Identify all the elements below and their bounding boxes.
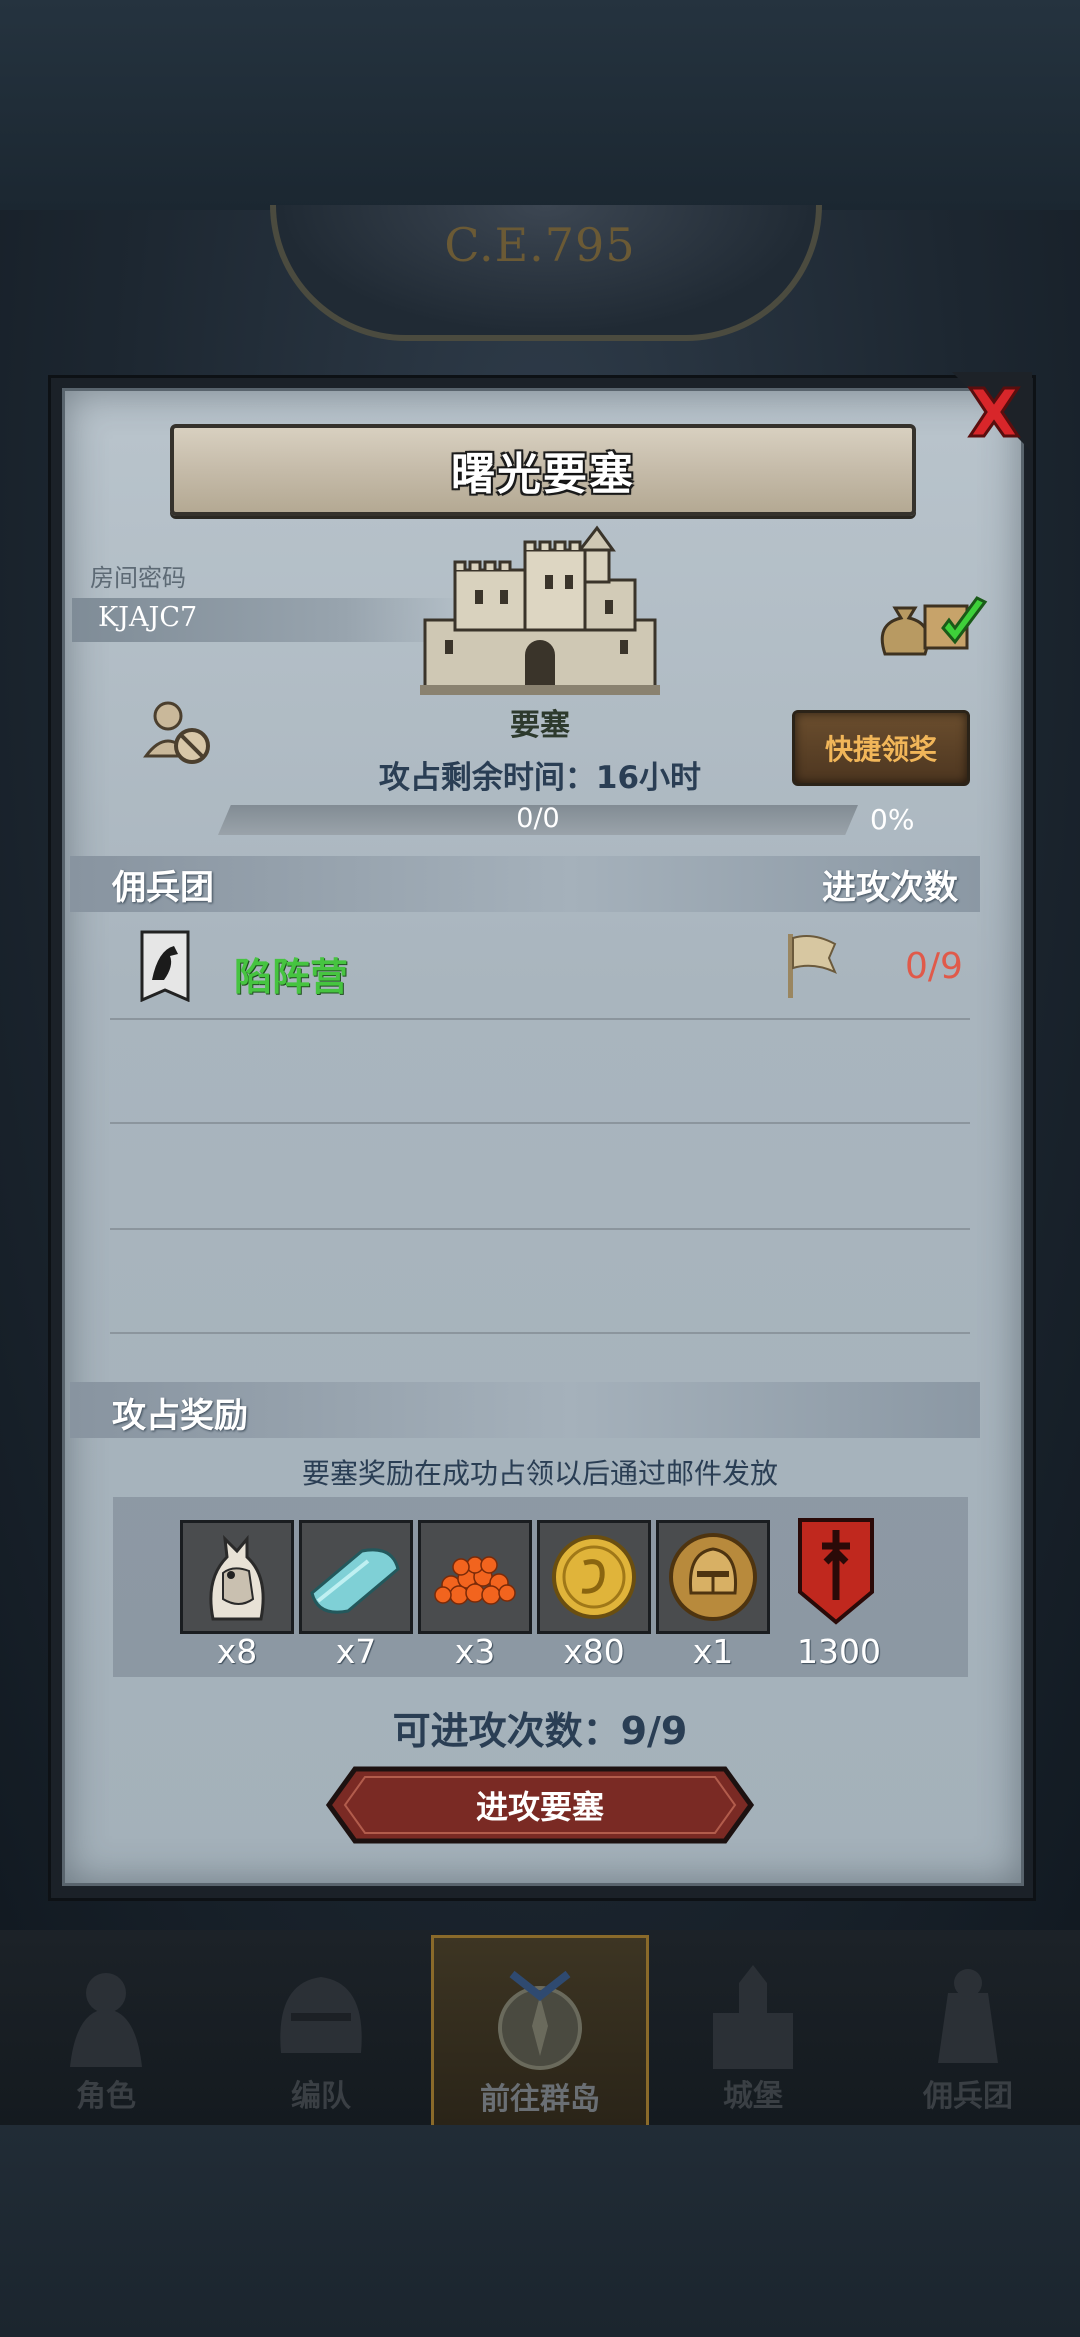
- title-banner: 曙光要塞: [170, 424, 916, 516]
- rewards-header: 攻占奖励: [112, 1396, 248, 1436]
- nav-label: 编队: [291, 2079, 351, 2114]
- nav-tab-islands[interactable]: 前往群岛: [431, 1935, 649, 2129]
- reward-item-gold-coin[interactable]: [537, 1520, 651, 1634]
- nav-label: 佣兵团: [923, 2079, 1013, 2114]
- occupation-timer: 攻占剩余时间：16小时: [378, 760, 702, 796]
- nav-label: 前往群岛: [480, 2082, 600, 2117]
- nav-tab-character[interactable]: 角色: [0, 1935, 212, 2123]
- mercenary-icon: [938, 1969, 998, 2063]
- attack-count-header: 进攻次数: [822, 868, 958, 908]
- reward-qty: x1: [692, 1632, 734, 1671]
- honor-banner-icon: [798, 1518, 874, 1625]
- rewards-note: 要塞奖励在成功占领以后通过邮件发放: [301, 1457, 778, 1490]
- reward-qty: 1300: [797, 1632, 881, 1671]
- castle-icon: [713, 1965, 793, 2069]
- gold-coin-icon: [540, 1523, 648, 1631]
- row-divider: [110, 1332, 970, 1334]
- reward-qty: x8: [216, 1632, 258, 1671]
- dialog-title: 曙光要塞: [451, 449, 635, 500]
- reward-qty: x80: [563, 1632, 625, 1671]
- helmet-medal-icon: [659, 1523, 767, 1631]
- era-label: C.E.795: [444, 218, 636, 272]
- occupation-progress-text: 0/0: [516, 803, 560, 834]
- nav-label: 角色: [76, 2079, 136, 2114]
- room-code-value: KJAJC7: [98, 602, 198, 633]
- attack-fortress-label: 进攻要塞: [475, 1788, 604, 1826]
- mercenary-header: 佣兵团: [112, 868, 214, 908]
- row-divider: [110, 1228, 970, 1230]
- compass-icon: [498, 1970, 582, 2070]
- occupation-progress-percent: 0%: [870, 803, 915, 836]
- nav-tab-castle[interactable]: 城堡: [647, 1935, 859, 2123]
- row-divider: [110, 1018, 970, 1020]
- top-background: [0, 0, 1080, 210]
- fortress-icon: [420, 525, 660, 695]
- nav-label: 城堡: [723, 2079, 783, 2114]
- close-icon[interactable]: [952, 372, 1032, 452]
- reward-item-horse[interactable]: [180, 1520, 294, 1634]
- nav-tab-mercenary[interactable]: 佣兵团: [862, 1935, 1074, 2123]
- remaining-attempts: 可进攻次数：9/9: [392, 1709, 688, 1753]
- cloth-icon: [302, 1523, 410, 1631]
- knight-icon: [70, 1973, 142, 2067]
- reward-qty: x3: [454, 1632, 496, 1671]
- flag-icon: [788, 934, 837, 998]
- bottom-background: [0, 2125, 1080, 2337]
- horse-icon: [183, 1523, 291, 1631]
- reward-item-roe[interactable]: [418, 1520, 532, 1634]
- reward-qty: x7: [335, 1632, 377, 1671]
- reward-item-honor-banner[interactable]: [786, 1516, 886, 1628]
- nav-tab-formation[interactable]: 编队: [215, 1935, 427, 2123]
- helmet-icon: [280, 1977, 362, 2053]
- rewards-claimed-icon[interactable]: [875, 584, 995, 660]
- mercenary-banner-icon: [140, 930, 190, 1002]
- reward-item-cloth[interactable]: [299, 1520, 413, 1634]
- mercenary-attack-count: 0/9: [905, 946, 963, 987]
- mercenary-name[interactable]: 陷阵营: [234, 946, 348, 1001]
- row-divider: [110, 1122, 970, 1124]
- room-code-label: 房间密码: [90, 564, 186, 592]
- reward-item-helmet-medal[interactable]: [656, 1520, 770, 1634]
- roe-icon: [421, 1523, 529, 1631]
